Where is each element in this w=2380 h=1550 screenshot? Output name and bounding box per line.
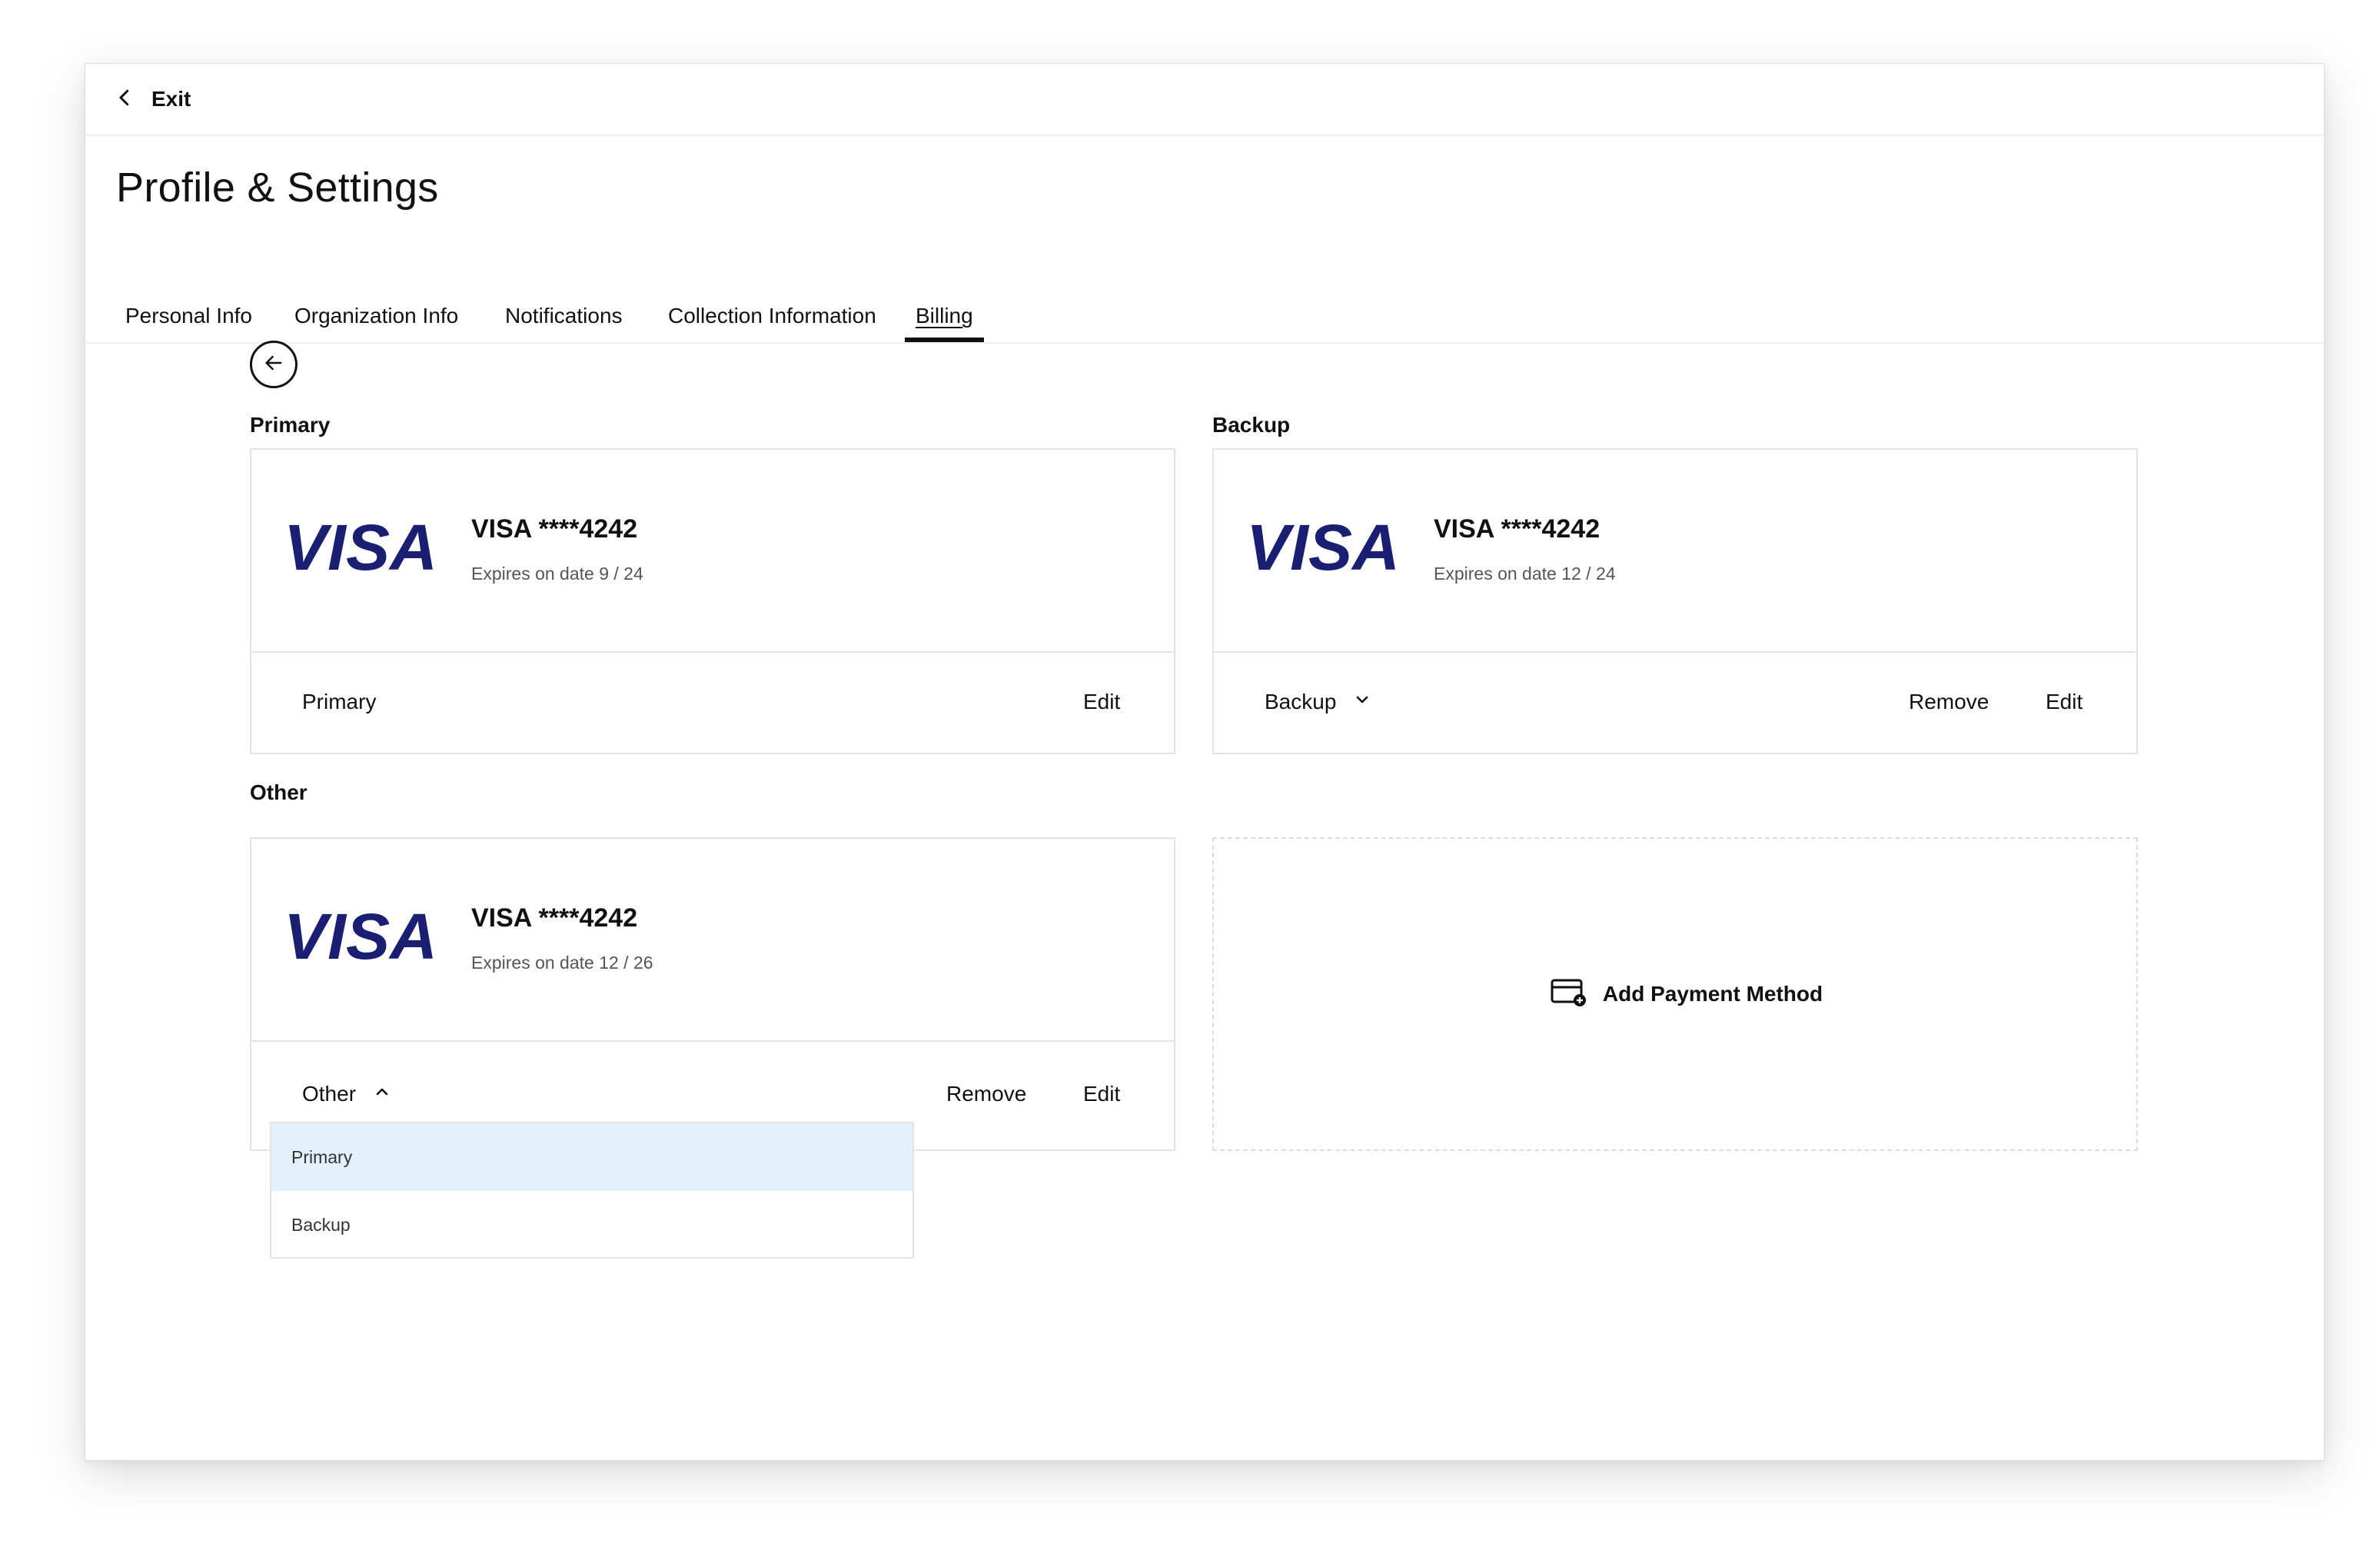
backup-card: VISA VISA ****4242 Expires on date 12 / …	[1212, 448, 2138, 754]
card-details: VISA VISA ****4242 Expires on date 12 / …	[251, 839, 1174, 1042]
primary-section-label: Primary	[250, 413, 331, 437]
card-details: VISA VISA ****4242 Expires on date 9 / 2…	[251, 450, 1174, 653]
card-name: VISA ****4242	[471, 514, 638, 544]
visa-logo-icon: VISA	[1246, 516, 1400, 577]
add-payment-content: Add Payment Method	[1551, 977, 1823, 1012]
edit-button[interactable]: Edit	[1083, 1082, 1120, 1106]
card-details: VISA VISA ****4242 Expires on date 12 / …	[1214, 450, 2136, 653]
chevron-up-icon	[356, 1082, 391, 1106]
card-name: VISA ****4242	[1434, 514, 1601, 544]
tab-notifications[interactable]: Notifications	[505, 302, 623, 342]
tab-billing[interactable]: Billing	[905, 302, 984, 342]
dropdown-option-primary[interactable]: Primary	[271, 1123, 912, 1191]
chevron-left-icon	[113, 86, 136, 113]
card-expiry: Expires on date 12 / 24	[1434, 564, 1616, 584]
remove-button[interactable]: Remove	[946, 1082, 1026, 1106]
exit-label: Exit	[151, 87, 191, 111]
page-title: Profile & Settings	[116, 165, 439, 211]
status-label: Primary	[302, 690, 377, 713]
top-bar: Exit	[85, 64, 2324, 136]
exit-button[interactable]: Exit	[113, 82, 191, 116]
visa-logo-text: VISA	[284, 905, 437, 966]
settings-window: Exit Profile & Settings Personal Info Or…	[85, 63, 2325, 1461]
primary-status-label: Primary	[302, 690, 376, 714]
other-section-label: Other	[250, 780, 307, 804]
remove-button[interactable]: Remove	[1909, 690, 1989, 714]
card-expiry: Expires on date 12 / 26	[471, 953, 653, 973]
other-card: VISA VISA ****4242 Expires on date 12 / …	[250, 837, 1175, 1151]
card-actions: Primary Edit	[251, 653, 1174, 753]
dropdown-option-backup[interactable]: Backup	[271, 1191, 912, 1259]
other-status-dropdown[interactable]: Other	[302, 1082, 391, 1106]
add-payment-method-button[interactable]: Add Payment Method	[1212, 837, 2138, 1151]
visa-logo-icon: VISA	[284, 516, 437, 577]
primary-card: VISA VISA ****4242 Expires on date 9 / 2…	[250, 448, 1175, 754]
visa-logo-text: VISA	[284, 516, 437, 577]
credit-card-plus-icon	[1551, 977, 1587, 1012]
status-label: Backup	[1265, 690, 1337, 713]
edit-button[interactable]: Edit	[2046, 690, 2082, 714]
backup-section-label: Backup	[1212, 413, 1291, 437]
visa-logo-text: VISA	[1246, 516, 1400, 577]
back-button[interactable]	[250, 341, 298, 388]
arrow-left-icon	[261, 351, 286, 379]
status-label: Other	[302, 1082, 357, 1106]
add-payment-label: Add Payment Method	[1602, 982, 1823, 1006]
tab-bar: Personal Info Organization Info Notifica…	[85, 302, 2324, 344]
tab-collection-information[interactable]: Collection Information	[668, 302, 876, 342]
chevron-down-icon	[1336, 690, 1371, 714]
card-expiry: Expires on date 9 / 24	[471, 564, 643, 584]
status-dropdown-menu: Primary Backup	[270, 1122, 914, 1259]
card-name: VISA ****4242	[471, 903, 638, 933]
card-actions: Backup Remove Edit	[1214, 653, 2136, 753]
tab-organization-info[interactable]: Organization Info	[294, 302, 458, 342]
backup-status-dropdown[interactable]: Backup	[1265, 690, 1371, 714]
edit-button[interactable]: Edit	[1083, 690, 1120, 714]
tab-personal-info[interactable]: Personal Info	[125, 302, 252, 342]
visa-logo-icon: VISA	[284, 905, 437, 966]
